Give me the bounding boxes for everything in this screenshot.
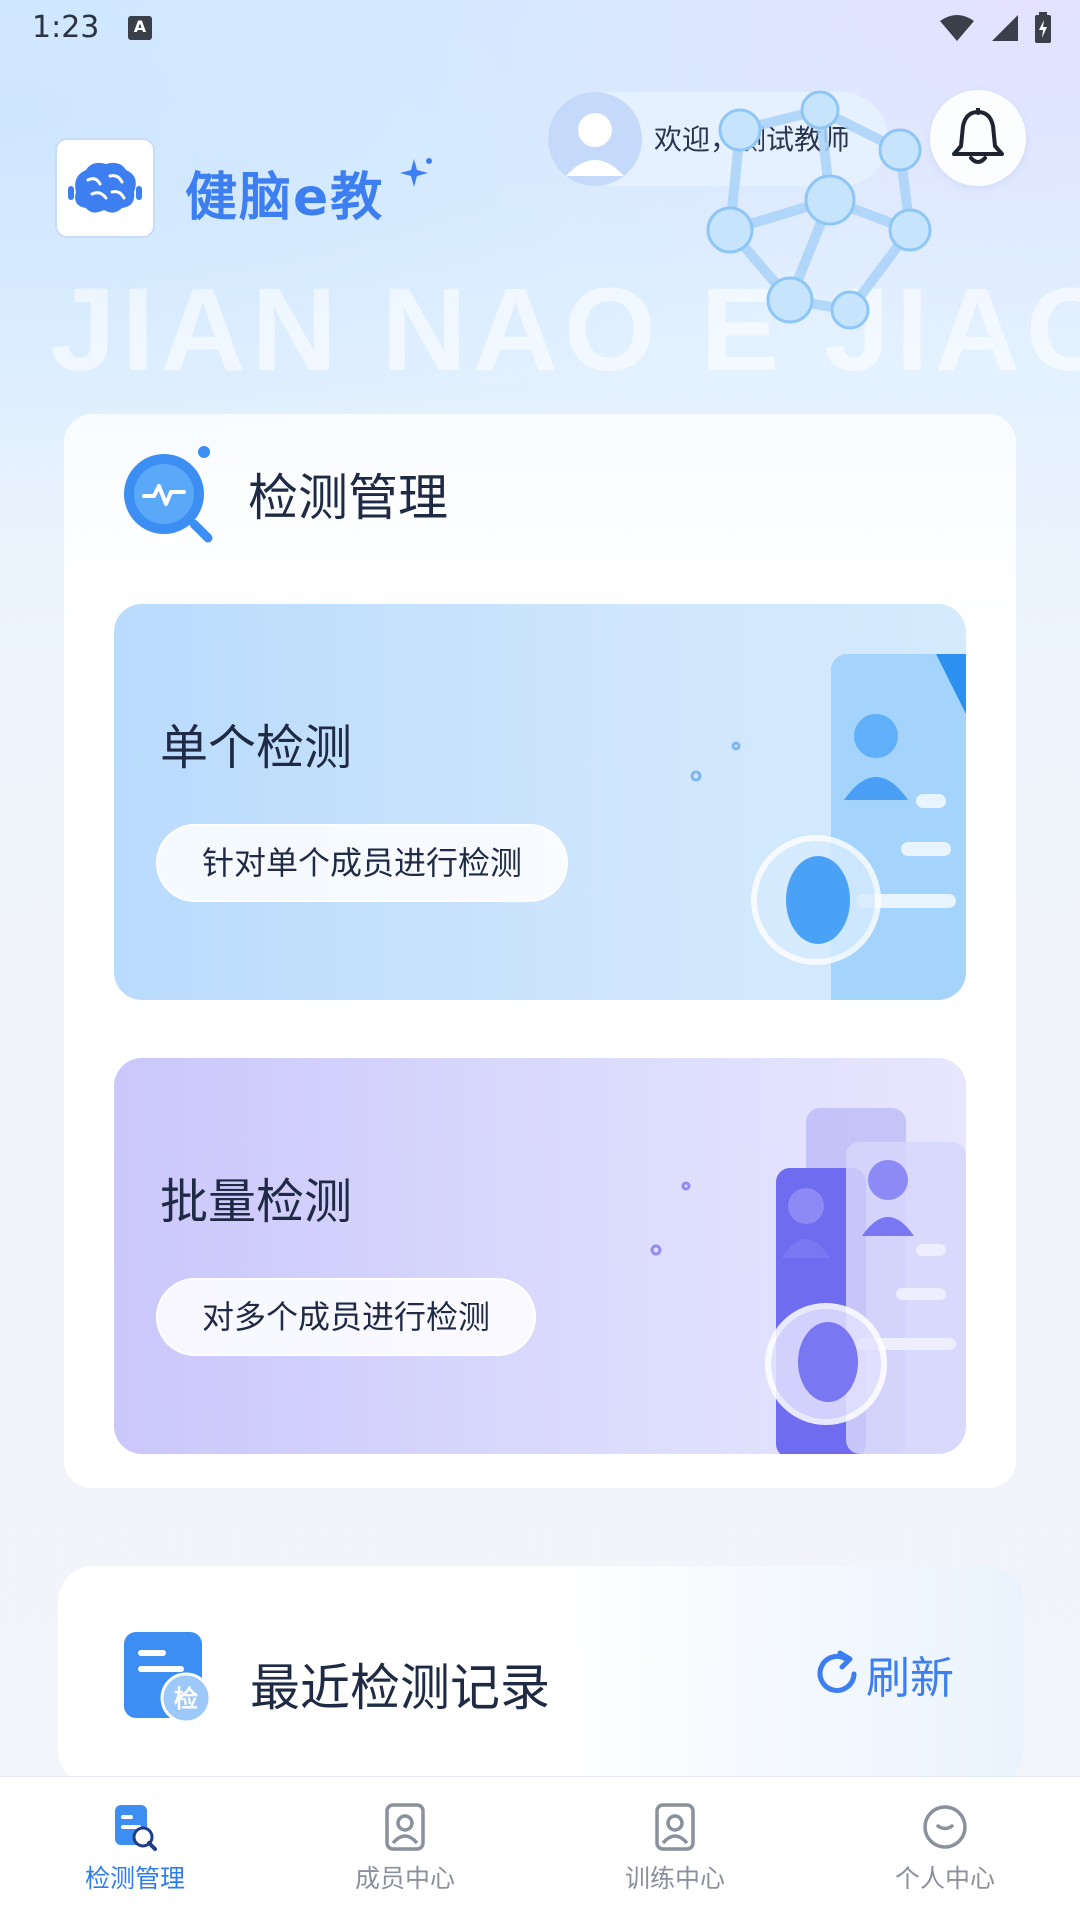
keyboard-indicator-icon: A	[128, 16, 152, 40]
multi-member-card-icon	[650, 1108, 966, 1454]
recent-records-title: 最近检测记录	[250, 1659, 550, 1717]
record-doc-icon: 检	[124, 1632, 212, 1724]
status-time: 1:23	[32, 10, 100, 45]
status-bar: 1:23 A	[0, 0, 1080, 60]
batch-detect-card[interactable]: 批量检测 对多个成员进行检测	[114, 1058, 966, 1454]
bottom-nav: 检测管理 成员中心 训练中心 个人中心	[0, 1776, 1080, 1920]
record-badge-text: 检	[174, 1685, 198, 1713]
training-icon	[655, 1803, 695, 1851]
detect-doc-icon	[115, 1805, 157, 1851]
detect-search-icon	[124, 446, 213, 543]
nav-label-personal: 个人中心	[894, 1864, 995, 1893]
batch-detect-description: 对多个成员进行检测	[156, 1278, 537, 1356]
molecule-decoration-icon	[706, 90, 932, 330]
section-title: 检测管理	[248, 469, 448, 527]
avatar[interactable]	[548, 92, 642, 186]
refresh-button[interactable]: 刷新	[812, 1644, 954, 1704]
brain-icon	[68, 162, 142, 213]
single-member-card-icon	[690, 654, 966, 1000]
nav-label-detect: 检测管理	[84, 1864, 185, 1893]
member-icon	[385, 1803, 425, 1851]
nav-item-personal[interactable]: 个人中心	[810, 1777, 1080, 1920]
notification-button[interactable]	[930, 90, 1026, 186]
nav-item-detect[interactable]: 检测管理	[0, 1777, 270, 1920]
nav-item-member[interactable]: 成员中心	[270, 1777, 540, 1920]
single-detect-card[interactable]: 单个检测 针对单个成员进行检测	[114, 604, 966, 1000]
battery-icon	[1035, 12, 1051, 43]
single-detect-description: 针对单个成员进行检测	[156, 824, 569, 902]
sparkle-icon	[400, 158, 432, 187]
batch-detect-title: 批量检测	[160, 1174, 353, 1230]
refresh-icon	[817, 1650, 857, 1693]
nav-label-training: 训练中心	[624, 1864, 725, 1893]
bell-icon	[952, 108, 1004, 164]
personal-icon	[923, 1805, 967, 1849]
wifi-icon	[940, 15, 974, 41]
refresh-label: 刷新	[866, 1653, 954, 1704]
signal-icon	[992, 15, 1018, 41]
brand-title: 健脑e教	[185, 168, 385, 228]
single-detect-title: 单个检测	[160, 720, 353, 776]
status-icons	[938, 12, 1052, 44]
nav-item-training[interactable]: 训练中心	[540, 1777, 810, 1920]
app-logo	[55, 138, 155, 238]
user-avatar-icon	[548, 92, 642, 186]
nav-label-member: 成员中心	[354, 1864, 455, 1893]
